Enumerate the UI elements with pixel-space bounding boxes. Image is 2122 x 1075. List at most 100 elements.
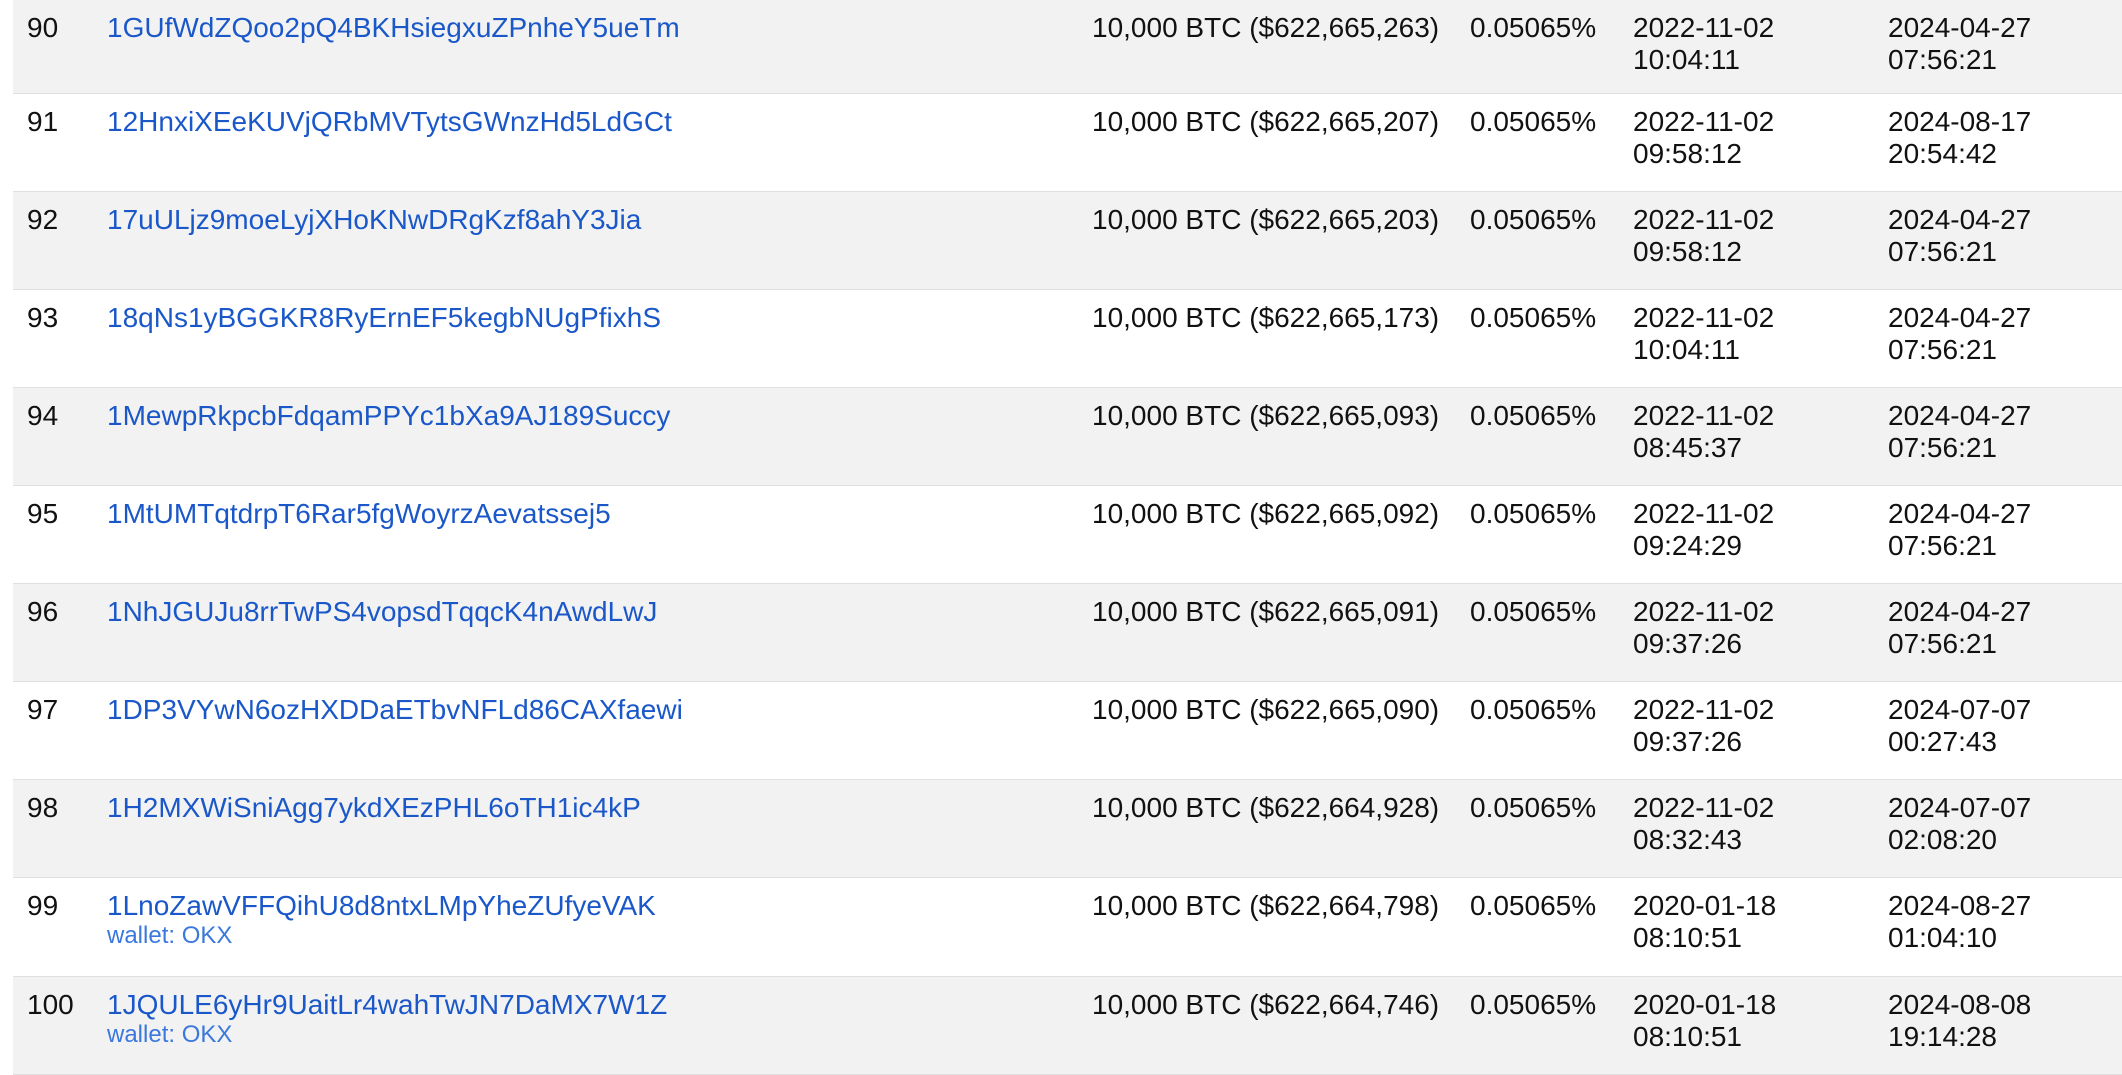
- address-cell: 1MtUMTqtdrpT6Rar5fgWoyrzAevatssej5: [107, 498, 611, 530]
- last-in-date: 2024-04-27: [1888, 12, 2032, 43]
- percent-cell: 0.05065%: [1470, 12, 1597, 43]
- last-in-time: 07:56:21: [1888, 334, 1997, 365]
- table-row: 99 1LnoZawVFFQihU8d8ntxLMpYheZUfyeVAK wall…: [13, 878, 2122, 977]
- balance-cell: 10,000 BTC ($622,665,091): [1092, 596, 1440, 627]
- balance-cell: 10,000 BTC ($622,664,928): [1092, 792, 1440, 823]
- address-cell: 1NhJGUJu8rrTwPS4vopsdTqqcK4nAwdLwJ: [107, 596, 657, 628]
- balance-cell: 10,000 BTC ($622,665,263): [1092, 12, 1440, 43]
- address-cell: 1GUfWdZQoo2pQ4BKHsiegxuZPnheY5ueTm: [107, 12, 680, 44]
- first-in-time: 09:58:12: [1633, 236, 1742, 267]
- balance-cell: 10,000 BTC ($622,664,798): [1092, 890, 1440, 921]
- rank-cell: 91: [27, 106, 59, 137]
- rich-list-table: 90 1GUfWdZQoo2pQ4BKHsiegxuZPnheY5ueTm 10,0…: [13, 0, 2122, 1075]
- last-in-date: 2024-04-27: [1888, 204, 2032, 235]
- address-cell: 18qNs1yBGGKR8RyErnEF5kegbNUgPfixhS: [107, 302, 661, 334]
- first-in-time: 09:24:29: [1633, 530, 1742, 561]
- address-cell: 1LnoZawVFFQihU8d8ntxLMpYheZUfyeVAK wallet…: [107, 890, 656, 950]
- table-row: 91 12HnxiXEeKUVjQRbMVTytsGWnzHd5LdGCt 10,0…: [13, 94, 2122, 192]
- address-link[interactable]: 1DP3VYwN6ozHXDDaETbvNFLd86CAXfaewi: [107, 694, 683, 726]
- last-in-date: 2024-08-17: [1888, 106, 2032, 137]
- last-in-cell: 2024-04-27 07:56:21: [1888, 400, 2031, 464]
- percent-cell: 0.05065%: [1470, 596, 1597, 627]
- balance-cell: 10,000 BTC ($622,664,746): [1092, 989, 1440, 1020]
- first-in-cell: 2022-11-02 09:37:26: [1633, 694, 1774, 758]
- last-in-cell: 2024-04-27 07:56:21: [1888, 302, 2031, 366]
- percent-cell: 0.05065%: [1470, 302, 1597, 333]
- table-row: 98 1H2MXWiSniAgg7ykdXEzPHL6oTH1ic4kP 10,00…: [13, 780, 2122, 878]
- rank-cell: 95: [27, 498, 59, 529]
- percent-cell: 0.05065%: [1470, 792, 1597, 823]
- last-in-date: 2024-07-07: [1888, 694, 2032, 725]
- table-row: 97 1DP3VYwN6ozHXDDaETbvNFLd86CAXfaewi 10,0…: [13, 682, 2122, 780]
- first-in-date: 2022-11-02: [1633, 302, 1775, 333]
- last-in-cell: 2024-04-27 07:56:21: [1888, 204, 2031, 268]
- address-link[interactable]: 1NhJGUJu8rrTwPS4vopsdTqqcK4nAwdLwJ: [107, 596, 657, 628]
- first-in-time: 10:04:11: [1633, 44, 1740, 75]
- address-link[interactable]: 18qNs1yBGGKR8RyErnEF5kegbNUgPfixhS: [107, 302, 661, 334]
- last-in-date: 2024-04-27: [1888, 400, 2032, 431]
- percent-cell: 0.05065%: [1470, 989, 1597, 1020]
- address-link[interactable]: 17uULjz9moeLyjXHoKNwDRgKzf8ahY3Jia: [107, 204, 641, 236]
- address-link[interactable]: 1LnoZawVFFQihU8d8ntxLMpYheZUfyeVAK: [107, 890, 656, 922]
- address-link[interactable]: 1GUfWdZQoo2pQ4BKHsiegxuZPnheY5ueTm: [107, 12, 680, 44]
- last-in-cell: 2024-08-27 01:04:10: [1888, 890, 2031, 954]
- address-cell: 1H2MXWiSniAgg7ykdXEzPHL6oTH1ic4kP: [107, 792, 641, 824]
- first-in-date: 2022-11-02: [1633, 400, 1775, 431]
- table-row: 90 1GUfWdZQoo2pQ4BKHsiegxuZPnheY5ueTm 10,0…: [13, 0, 2122, 94]
- table-row: 96 1NhJGUJu8rrTwPS4vopsdTqqcK4nAwdLwJ 10,0…: [13, 584, 2122, 682]
- last-in-time: 20:54:42: [1888, 138, 1997, 169]
- last-in-time: 07:56:21: [1888, 44, 1997, 75]
- last-in-cell: 2024-07-07 02:08:20: [1888, 792, 2031, 856]
- last-in-time: 01:04:10: [1888, 922, 1997, 953]
- address-link[interactable]: 1H2MXWiSniAgg7ykdXEzPHL6oTH1ic4kP: [107, 792, 641, 824]
- last-in-time: 19:14:28: [1888, 1021, 1997, 1052]
- first-in-time: 08:10:51: [1633, 922, 1742, 953]
- percent-cell: 0.05065%: [1470, 498, 1597, 529]
- address-link[interactable]: 1JQULE6yHr9UaitLr4wahTwJN7DaMX7W1Z: [107, 989, 667, 1021]
- address-cell: 1JQULE6yHr9UaitLr4wahTwJN7DaMX7W1Z wallet…: [107, 989, 667, 1049]
- rank-cell: 90: [27, 12, 59, 43]
- last-in-time: 00:27:43: [1888, 726, 1997, 757]
- first-in-cell: 2020-01-18 08:10:51: [1633, 890, 1776, 954]
- last-in-cell: 2024-08-08 19:14:28: [1888, 989, 2031, 1053]
- wallet-tag-link[interactable]: wallet: OKX: [107, 922, 656, 950]
- first-in-cell: 2022-11-02 09:37:26: [1633, 596, 1774, 660]
- address-link[interactable]: 12HnxiXEeKUVjQRbMVTytsGWnzHd5LdGCt: [107, 106, 672, 138]
- rank-cell: 96: [27, 596, 59, 627]
- table-row: 93 18qNs1yBGGKR8RyErnEF5kegbNUgPfixhS 10,0…: [13, 290, 2122, 388]
- last-in-time: 07:56:21: [1888, 628, 1997, 659]
- table-row: 94 1MewpRkpcbFdqamPPYc1bXa9AJ189Succy 10,0…: [13, 388, 2122, 486]
- percent-cell: 0.05065%: [1470, 106, 1597, 137]
- last-in-cell: 2024-04-27 07:56:21: [1888, 498, 2031, 562]
- rank-cell: 100: [27, 989, 74, 1020]
- balance-cell: 10,000 BTC ($622,665,203): [1092, 204, 1440, 235]
- first-in-time: 09:58:12: [1633, 138, 1742, 169]
- first-in-time: 08:10:51: [1633, 1021, 1742, 1052]
- percent-cell: 0.05065%: [1470, 694, 1597, 725]
- address-link[interactable]: 1MtUMTqtdrpT6Rar5fgWoyrzAevatssej5: [107, 498, 611, 530]
- address-link[interactable]: 1MewpRkpcbFdqamPPYc1bXa9AJ189Succy: [107, 400, 670, 432]
- last-in-time: 02:08:20: [1888, 824, 1997, 855]
- last-in-date: 2024-04-27: [1888, 302, 2032, 333]
- rank-cell: 98: [27, 792, 59, 823]
- percent-cell: 0.05065%: [1470, 204, 1597, 235]
- first-in-time: 09:37:26: [1633, 726, 1742, 757]
- first-in-cell: 2020-01-18 08:10:51: [1633, 989, 1776, 1053]
- first-in-time: 08:32:43: [1633, 824, 1742, 855]
- first-in-cell: 2022-11-02 09:58:12: [1633, 204, 1774, 268]
- first-in-cell: 2022-11-02 08:45:37: [1633, 400, 1774, 464]
- first-in-cell: 2022-11-02 08:32:43: [1633, 792, 1774, 856]
- wallet-tag-link[interactable]: wallet: OKX: [107, 1021, 667, 1049]
- table-row: 92 17uULjz9moeLyjXHoKNwDRgKzf8ahY3Jia 10,0…: [13, 192, 2122, 290]
- first-in-cell: 2022-11-02 09:58:12: [1633, 106, 1774, 170]
- first-in-cell: 2022-11-02 10:04:11: [1633, 302, 1774, 366]
- first-in-time: 10:04:11: [1633, 334, 1740, 365]
- first-in-date: 2020-01-18: [1633, 989, 1777, 1020]
- last-in-date: 2024-07-07: [1888, 792, 2032, 823]
- last-in-date: 2024-04-27: [1888, 498, 2032, 529]
- balance-cell: 10,000 BTC ($622,665,173): [1092, 302, 1440, 333]
- rank-cell: 97: [27, 694, 59, 725]
- table-row: 100 1JQULE6yHr9UaitLr4wahTwJN7DaMX7W1Z wal…: [13, 977, 2122, 1075]
- first-in-date: 2020-01-18: [1633, 890, 1777, 921]
- first-in-date: 2022-11-02: [1633, 12, 1775, 43]
